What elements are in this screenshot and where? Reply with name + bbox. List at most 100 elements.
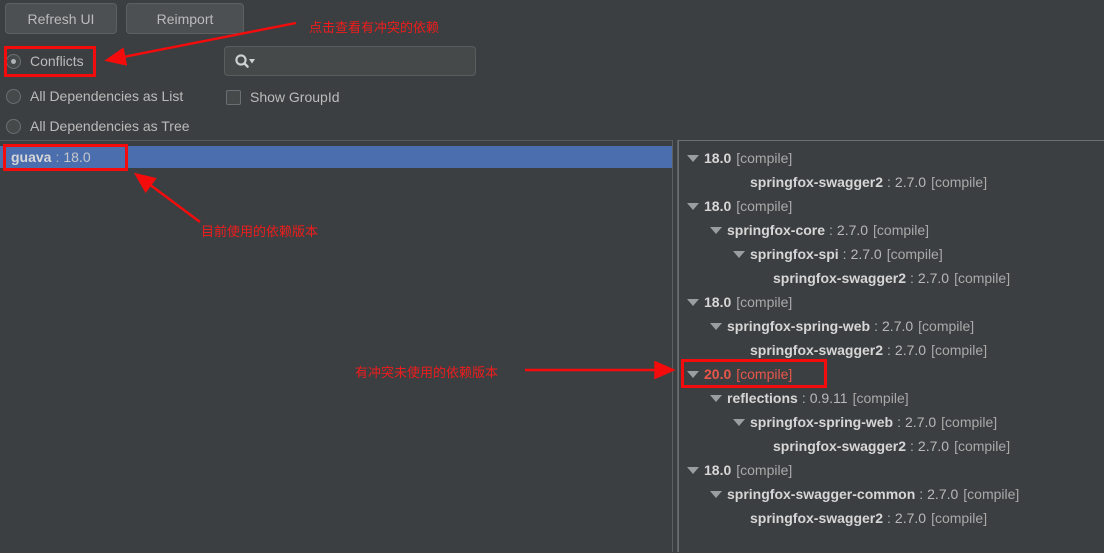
radio-off-icon[interactable] <box>6 118 21 134</box>
chevron-down-icon[interactable] <box>687 297 699 308</box>
chevron-down-icon[interactable] <box>710 225 722 236</box>
tree-node-name: springfox-swagger2 <box>750 342 884 358</box>
tree-node-separator: : <box>910 438 914 454</box>
maven-dependency-analyzer-window: Refresh UI Reimport Conflicts All Depend… <box>0 0 1104 553</box>
tree-node-version: 2.7.0 <box>894 510 927 526</box>
search-field[interactable] <box>256 52 460 70</box>
tree-node-name: 18.0 <box>704 462 732 478</box>
tree-node-scope: [compile] <box>852 390 909 406</box>
chevron-down-icon[interactable] <box>733 417 745 428</box>
tree-node-scope: [compile] <box>736 366 793 382</box>
tree-node-version: 2.7.0 <box>836 222 869 238</box>
tree-node-scope: [compile] <box>954 438 1011 454</box>
radio-all-dependencies-as-list[interactable]: All Dependencies as List <box>6 85 183 107</box>
tree-node-scope: [compile] <box>918 318 975 334</box>
radio-off-icon[interactable] <box>6 88 21 104</box>
tree-row[interactable]: springfox-core:2.7.0 [compile] <box>679 218 1104 242</box>
reimport-button[interactable]: Reimport <box>126 3 244 34</box>
tree-row[interactable]: springfox-swagger2:2.7.0 [compile] <box>679 434 1104 458</box>
list-item-separator: : <box>55 149 60 165</box>
chevron-down-icon[interactable] <box>710 393 722 404</box>
tree-row[interactable]: springfox-swagger2:2.7.0 [compile] <box>679 338 1104 362</box>
chevron-down-icon[interactable] <box>733 249 745 260</box>
tree-node-separator: : <box>829 222 833 238</box>
tree-node-separator: : <box>887 342 891 358</box>
dependency-tree-panel[interactable]: 18.0 [compile] springfox-swagger2:2.7.0 [co… <box>678 140 1104 552</box>
tree-row[interactable]: 18.0 [compile] <box>679 146 1104 170</box>
tree-node-separator: : <box>842 246 847 262</box>
tree-node-version: 0.9.11 <box>809 390 848 406</box>
tree-node-scope: [compile] <box>886 246 943 262</box>
tree-node-scope: [compile] <box>931 174 988 190</box>
radio-on-icon[interactable] <box>6 53 21 69</box>
tree-node-separator: : <box>919 486 924 502</box>
tree-node-version: 2.7.0 <box>917 438 950 454</box>
tree-node-scope: [compile] <box>931 342 988 358</box>
tree-row[interactable]: springfox-spi:2.7.0 [compile] <box>679 242 1104 266</box>
tree-row[interactable]: 18.0 [compile] <box>679 194 1104 218</box>
chevron-down-icon[interactable] <box>710 489 722 500</box>
list-item-guava[interactable]: guava : 18.0 <box>0 146 672 168</box>
chevron-down-icon[interactable] <box>687 369 699 380</box>
tree-node-name: springfox-swagger-common <box>727 486 916 502</box>
radio-conflicts[interactable]: Conflicts <box>6 50 84 72</box>
chevron-down-icon[interactable] <box>710 321 722 332</box>
tree-node-name: springfox-spring-web <box>727 318 871 334</box>
tree-node-name: springfox-swagger2 <box>750 510 884 526</box>
tree-row[interactable]: 18.0 [compile] <box>679 458 1104 482</box>
tree-node-version: 2.7.0 <box>894 342 927 358</box>
radio-all-dependencies-as-tree[interactable]: All Dependencies as Tree <box>6 115 190 137</box>
tree-node-name: 18.0 <box>704 294 732 310</box>
tree-row[interactable]: reflections:0.9.11 [compile] <box>679 386 1104 410</box>
tree-node-name: springfox-spring-web <box>750 414 894 430</box>
tree-row[interactable]: springfox-spring-web:2.7.0 [compile] <box>679 410 1104 434</box>
chevron-down-icon[interactable] <box>687 201 699 212</box>
search-input[interactable] <box>224 46 476 76</box>
tree-node-scope: [compile] <box>873 222 930 238</box>
refresh-ui-label: Refresh UI <box>27 10 95 27</box>
tree-node-scope: [compile] <box>736 462 793 478</box>
tree-node-separator: : <box>887 174 891 190</box>
tree-node-version: 2.7.0 <box>850 246 882 262</box>
checkbox-unchecked-icon[interactable] <box>226 89 241 105</box>
tree-row[interactable]: springfox-swagger2:2.7.0 [compile] <box>679 266 1104 290</box>
tree-node-version: 2.7.0 <box>905 414 937 430</box>
tree-node-name: springfox-swagger2 <box>773 270 907 286</box>
toolbar: Refresh UI Reimport Conflicts All Depend… <box>0 0 676 140</box>
tree-row[interactable]: 18.0 [compile] <box>679 290 1104 314</box>
tree-node-scope: [compile] <box>736 150 793 166</box>
tree-node-scope: [compile] <box>736 198 793 214</box>
show-groupid-checkbox[interactable]: Show GroupId <box>226 87 340 107</box>
tree-node-version: 2.7.0 <box>894 174 927 190</box>
radio-conflicts-label: Conflicts <box>30 53 84 69</box>
tree-node-name: springfox-swagger2 <box>750 174 884 190</box>
conflicts-list-panel[interactable]: guava : 18.0 <box>0 140 672 553</box>
list-item-version: 18.0 <box>63 149 91 165</box>
tree-node-name: springfox-core <box>727 222 826 238</box>
radio-all-dependencies-as-tree-label: All Dependencies as Tree <box>30 118 190 134</box>
tree-row[interactable]: springfox-swagger-common:2.7.0 [compile] <box>679 482 1104 506</box>
tree-row[interactable]: 20.0 [compile] <box>679 362 1104 386</box>
radio-all-dependencies-as-list-label: All Dependencies as List <box>30 88 184 104</box>
tree-node-scope: [compile] <box>931 510 988 526</box>
list-item-artifact: guava <box>11 149 52 165</box>
tree-node-name: 18.0 <box>704 150 732 166</box>
tree-node-separator: : <box>801 390 806 406</box>
tree-row[interactable]: springfox-swagger2:2.7.0 [compile] <box>679 170 1104 194</box>
refresh-ui-button[interactable]: Refresh UI <box>5 3 117 34</box>
tree-node-name: 20.0 <box>704 366 732 382</box>
tree-node-version: 2.7.0 <box>927 486 959 502</box>
chevron-down-icon[interactable] <box>687 153 699 164</box>
tree-node-version: 2.7.0 <box>917 270 950 286</box>
tree-row[interactable]: springfox-spring-web:2.7.0 [compile] <box>679 314 1104 338</box>
tree-node-scope: [compile] <box>736 294 793 310</box>
tree-node-name: reflections <box>727 390 798 406</box>
tree-node-separator: : <box>887 510 891 526</box>
search-icon[interactable] <box>234 53 256 69</box>
tree-row[interactable]: springfox-swagger2:2.7.0 [compile] <box>679 506 1104 530</box>
chevron-down-icon[interactable] <box>687 465 699 476</box>
